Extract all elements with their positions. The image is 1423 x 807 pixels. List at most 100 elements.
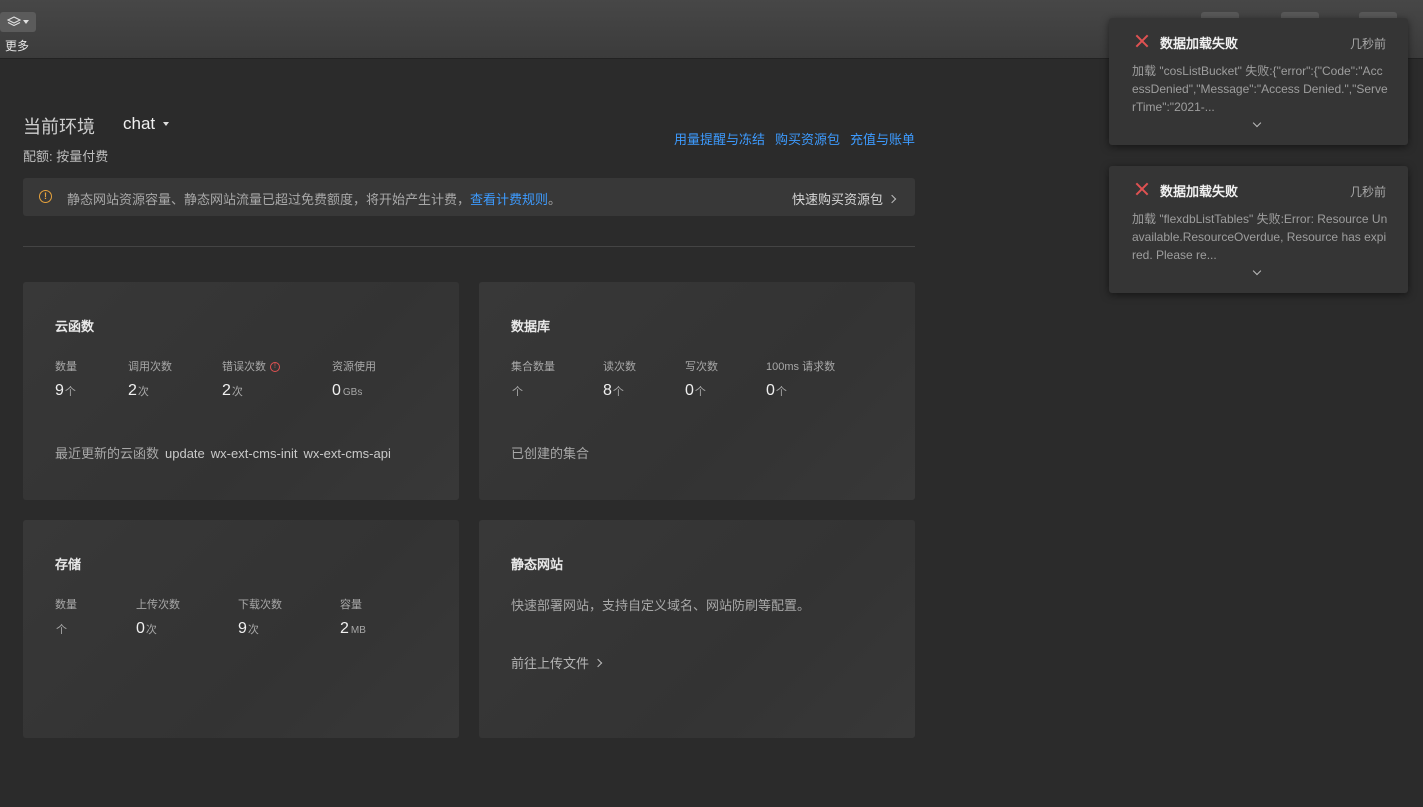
- upload-files-link[interactable]: 前往上传文件: [511, 653, 603, 672]
- stat-unit: 个: [775, 386, 787, 398]
- close-icon[interactable]: [1135, 34, 1149, 48]
- stat-unit: 次: [247, 624, 259, 636]
- stat-value: 8个: [603, 382, 624, 400]
- chevron-right-icon: [887, 194, 897, 203]
- stat-number: 0: [766, 382, 775, 399]
- env-select-value: chat: [123, 114, 156, 133]
- error-toast: 数据加载失败 几秒前 加载 "cosListBucket" 失败:{"error…: [1109, 18, 1408, 145]
- notice-text: 静态网站资源容量、静态网站流量已超过免费额度，将开始产生计费，: [67, 192, 471, 207]
- toast-body: 加载 "cosListBucket" 失败:{"error":{"Code":"…: [1132, 64, 1388, 114]
- stat-label: 上传次数: [136, 599, 180, 611]
- stat-label: 下载次数: [238, 599, 282, 611]
- recent-functions-label: 最近更新的云函数: [55, 446, 160, 461]
- recharge-link[interactable]: 充值与账单: [850, 129, 915, 148]
- stat-number: 2: [222, 382, 231, 399]
- stat-label: 集合数量: [511, 361, 555, 373]
- function-link[interactable]: wx-ext-cms-api: [303, 446, 390, 461]
- stat-label: 数量: [55, 599, 77, 611]
- chevron-down-icon: [23, 20, 29, 24]
- quota-text: 配额: 按量付费: [23, 149, 109, 164]
- more-label[interactable]: 更多: [5, 37, 29, 54]
- toast-time: 几秒前: [1349, 37, 1386, 51]
- stat-number: 2: [340, 620, 349, 637]
- website-description: 快速部署网站，支持自定义域名、网站防刷等配置。: [511, 598, 811, 613]
- stat-label-text: 错误次数: [222, 361, 266, 373]
- stat-value: 9次: [238, 620, 259, 638]
- stat-number: 0: [136, 620, 145, 637]
- upload-files-label: 前往上传文件: [511, 656, 590, 671]
- stat-value: 9个: [55, 382, 76, 400]
- stat-unit: 个: [64, 386, 76, 398]
- stat-unit: 个: [512, 386, 523, 398]
- functions-card: 云函数 数量 调用次数 错误次数! 资源使用 9个 2次 2次 0 GBs 最近更…: [23, 282, 459, 500]
- stat-number: 9: [238, 620, 247, 637]
- stat-unit: 次: [137, 386, 149, 398]
- card-title: 云函数: [55, 319, 95, 334]
- buy-package-link[interactable]: 购买资源包: [775, 129, 840, 148]
- stat-label: 100ms 请求数: [766, 361, 836, 373]
- card-title: 静态网站: [511, 557, 564, 572]
- info-icon[interactable]: !: [270, 362, 280, 373]
- notice-suffix: 。: [548, 192, 562, 207]
- quick-buy-link[interactable]: 快速购买资源包: [791, 189, 897, 208]
- billing-notice: ! 静态网站资源容量、静态网站流量已超过免费额度，将开始产生计费，查看计费规则。…: [23, 178, 915, 216]
- database-card: 数据库 集合数量 读次数 写次数 100ms 请求数 个 8个 0个 0个 已创…: [479, 282, 915, 500]
- collections-label: 已创建的集合: [511, 446, 590, 461]
- stat-value: 2 MB: [340, 620, 366, 638]
- error-toast: 数据加载失败 几秒前 加载 "flexdbListTables" 失败:Erro…: [1109, 166, 1408, 293]
- env-label: 当前环境: [23, 117, 95, 137]
- stat-number: 8: [603, 382, 612, 399]
- close-icon[interactable]: [1135, 182, 1149, 196]
- layers-icon: [7, 16, 21, 27]
- quick-buy-label: 快速购买资源包: [791, 192, 883, 207]
- card-title: 数据库: [511, 319, 551, 334]
- usage-alert-link[interactable]: 用量提醒与冻结: [674, 129, 765, 148]
- stat-value: 0次: [136, 620, 157, 638]
- stat-unit: 个: [56, 624, 67, 636]
- stat-label: 资源使用: [332, 361, 376, 373]
- stat-number: 0: [332, 382, 341, 399]
- toast-title: 数据加载失败: [1160, 184, 1239, 199]
- stat-label: 错误次数!: [222, 358, 280, 374]
- stat-label: 数量: [55, 361, 77, 373]
- chevron-right-icon: [593, 658, 603, 667]
- warning-icon: !: [39, 190, 52, 203]
- stat-label: 读次数: [603, 361, 636, 373]
- stat-unit: 个: [612, 386, 624, 398]
- stat-unit: MB: [350, 625, 366, 636]
- card-title: 存储: [55, 557, 82, 572]
- stat-number: 0: [685, 382, 694, 399]
- toast-body: 加载 "flexdbListTables" 失败:Error: Resource…: [1132, 212, 1388, 262]
- stat-value: 0 GBs: [332, 382, 362, 400]
- stat-value: 个: [511, 382, 523, 400]
- stat-value: 0个: [685, 382, 706, 400]
- stat-value: 2次: [128, 382, 149, 400]
- layers-menu-button[interactable]: [0, 12, 36, 32]
- billing-rules-link[interactable]: 查看计费规则: [470, 192, 548, 207]
- static-website-card: 静态网站 快速部署网站，支持自定义域名、网站防刷等配置。 前往上传文件: [479, 520, 915, 738]
- stat-unit: 次: [231, 386, 243, 398]
- notice-message: 静态网站资源容量、静态网站流量已超过免费额度，将开始产生计费，查看计费规则。: [67, 189, 561, 208]
- stat-label: 容量: [340, 599, 362, 611]
- stat-value: 个: [55, 620, 67, 638]
- stat-unit: 次: [145, 624, 157, 636]
- stat-unit: 个: [694, 386, 706, 398]
- caret-down-icon: [163, 122, 170, 126]
- stat-number: 2: [128, 382, 137, 399]
- recent-functions: 最近更新的云函数 update wx-ext-cms-init wx-ext-cms-…: [55, 443, 391, 462]
- env-select[interactable]: chat: [123, 114, 170, 134]
- function-link[interactable]: update: [165, 446, 205, 461]
- toast-title: 数据加载失败: [1160, 36, 1239, 51]
- divider: [23, 246, 915, 247]
- toast-time: 几秒前: [1349, 185, 1386, 199]
- function-link[interactable]: wx-ext-cms-init: [211, 446, 298, 461]
- stat-value: 2次: [222, 382, 243, 400]
- stat-value: 0个: [766, 382, 787, 400]
- chevron-down-icon[interactable]: [1252, 118, 1262, 128]
- stat-unit: GBs: [342, 387, 363, 398]
- stat-number: 9: [55, 382, 64, 399]
- stat-label: 调用次数: [128, 361, 172, 373]
- chevron-down-icon[interactable]: [1252, 266, 1262, 276]
- storage-card: 存储 数量 上传次数 下载次数 容量 个 0次 9次 2 MB: [23, 520, 459, 738]
- header-links: 用量提醒与冻结 购买资源包 充值与账单: [674, 129, 915, 148]
